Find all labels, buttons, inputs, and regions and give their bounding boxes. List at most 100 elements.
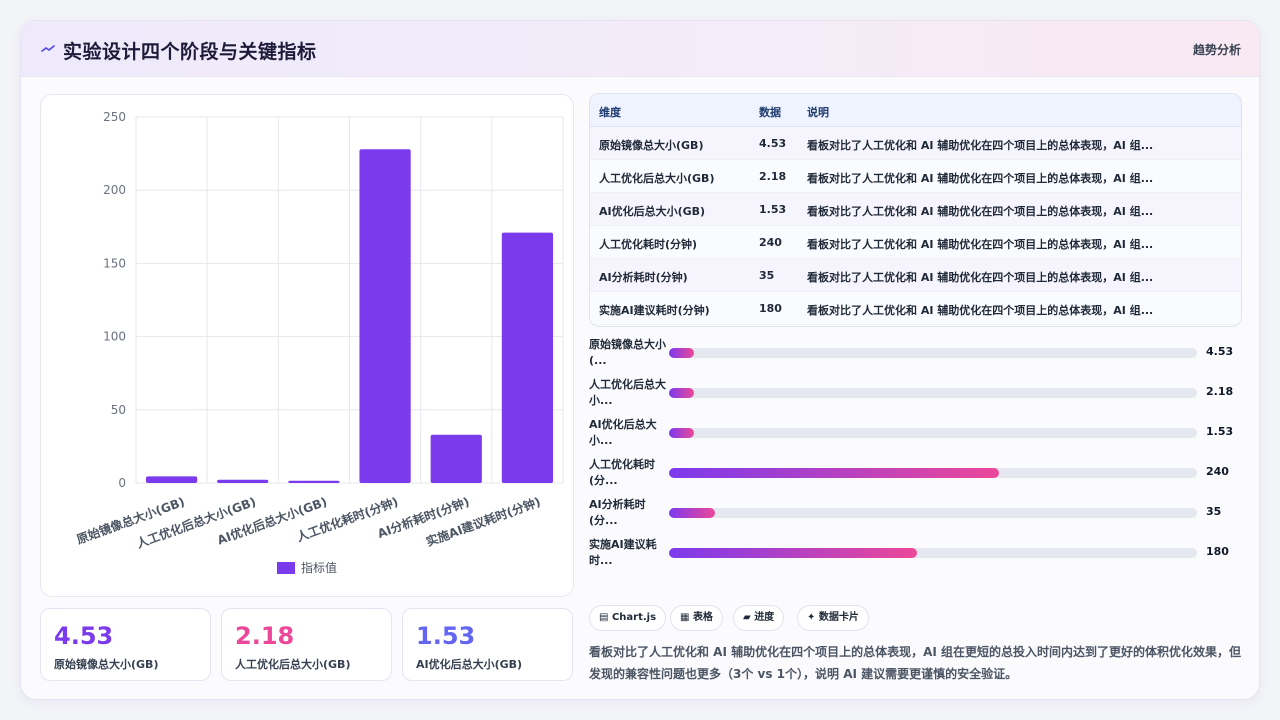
- progress-fill: [669, 348, 694, 358]
- bar-chart: 050100150200250原始镜像总大小(GB)人工优化后总大小(GB)AI…: [74, 110, 564, 575]
- progress-item: AI分析耗时(分... 35: [589, 497, 1259, 533]
- table-cell-value: 4.53: [759, 137, 787, 150]
- progress-track: [669, 508, 1197, 518]
- x-tick-label: 人工优化后总大小(GB): [134, 494, 258, 551]
- table-cell-value: 1.53: [759, 203, 787, 216]
- table-row: 原始镜像总大小(GB) 4.53 看板对比了人工优化和 AI 辅助优化在四个项目上的…: [590, 127, 1241, 160]
- progress-label: 人工优化耗时(分...: [589, 458, 655, 487]
- table-cell-dimension: 人工优化后总大小(GB): [599, 172, 715, 185]
- table-row: 人工优化耗时(分钟) 240 看板对比了人工优化和 AI 辅助优化在四个项目上的总体…: [590, 226, 1241, 259]
- progress-track: [669, 548, 1197, 558]
- kpi-card: 1.53 AI优化后总大小(GB): [402, 608, 573, 681]
- progress-value: 35: [1206, 505, 1222, 518]
- table-icon: ▦: [680, 612, 690, 623]
- chip-progress[interactable]: ▰ 进度: [733, 605, 785, 631]
- progress-label: AI分析耗时(分...: [589, 498, 646, 527]
- y-tick-label: 150: [103, 256, 126, 270]
- progress-value: 180: [1206, 545, 1229, 558]
- table-row: AI优化后总大小(GB) 1.53 看板对比了人工优化和 AI 辅助优化在四个项目上…: [590, 193, 1241, 226]
- legend-swatch: [277, 562, 295, 574]
- kpi-value: 2.18: [235, 622, 295, 650]
- progress-label: 人工优化后总大小...: [589, 378, 666, 407]
- bar: [145, 476, 198, 483]
- kpi-label: 人工优化后总大小(GB): [235, 658, 351, 671]
- progress-label: 原始镜像总大小(...: [589, 338, 666, 367]
- progress-value: 2.18: [1206, 385, 1234, 398]
- x-tick-label: 实施AI建议耗时(分钟): [424, 494, 543, 549]
- y-tick-label: 200: [103, 183, 126, 197]
- kpi-label: AI优化后总大小(GB): [416, 658, 523, 671]
- table-cell-value: 180: [759, 302, 782, 315]
- chip-label: 数据卡片: [818, 612, 859, 623]
- bar: [288, 480, 340, 483]
- metrics-table: 维度 数据 说明 原始镜像总大小(GB) 4.53 看板对比了人工优化和 AI 辅助…: [589, 93, 1242, 327]
- summary-text: 看板对比了人工优化和 AI 辅助优化在四个项目上的总体表现，AI 组在更短的总投…: [589, 645, 1242, 681]
- table-cell-value: 2.18: [759, 170, 787, 183]
- progress-item: AI优化后总大小... 1.53: [589, 417, 1259, 453]
- table-row: 实施AI建议耗时(分钟) 180 看板对比了人工优化和 AI 辅助优化在四个项目上的…: [590, 292, 1241, 325]
- table-cell-dimension: 人工优化耗时(分钟): [599, 238, 698, 251]
- table-cell-dimension: 原始镜像总大小(GB): [599, 139, 704, 152]
- y-tick-label: 250: [103, 110, 126, 124]
- progress-label: AI优化后总大小...: [589, 418, 657, 447]
- progress-fill: [669, 508, 715, 518]
- progress-item: 实施AI建议耗时... 180: [589, 537, 1259, 573]
- table-header-description: 说明: [807, 106, 829, 119]
- table-cell-dimension: 实施AI建议耗时(分钟): [599, 304, 710, 317]
- progress-value: 240: [1206, 465, 1229, 478]
- page-title: 实验设计四个阶段与关键指标: [63, 41, 317, 63]
- progress-track: [669, 428, 1197, 438]
- progress-fill: [669, 548, 917, 558]
- progress-item: 原始镜像总大小(... 4.53: [589, 337, 1259, 373]
- card-icon: ✦: [807, 612, 816, 623]
- legend-label: 指标值: [301, 560, 337, 575]
- y-tick-label: 100: [103, 330, 126, 344]
- y-tick-label: 0: [118, 476, 126, 490]
- chip-label: 表格: [692, 612, 713, 623]
- progress-item: 人工优化耗时(分... 240: [589, 457, 1259, 493]
- table-row: AI分析耗时(分钟) 35 看板对比了人工优化和 AI 辅助优化在四个项目上的总体表…: [590, 259, 1241, 292]
- chart-icon: ▤: [599, 612, 609, 623]
- table-cell-description: 看板对比了人工优化和 AI 辅助优化在四个项目上的总体表现，AI 组...: [807, 271, 1154, 284]
- bar: [359, 149, 411, 483]
- kpi-value: 4.53: [54, 622, 114, 650]
- table-cell-dimension: AI分析耗时(分钟): [599, 271, 688, 284]
- table-cell-dimension: AI优化后总大小(GB): [599, 205, 706, 218]
- y-tick-label: 50: [111, 403, 126, 417]
- chip-chart[interactable]: ▤ Chart.js: [589, 605, 667, 631]
- dashboard-card: 实验设计四个阶段与关键指标 趋势分析 0 50 100 150 200 250 原始镜像总大…: [20, 20, 1260, 700]
- table-cell-description: 看板对比了人工优化和 AI 辅助优化在四个项目上的总体表现，AI 组...: [807, 172, 1154, 185]
- bar: [501, 232, 554, 483]
- table-header-dimension: 维度: [599, 106, 621, 119]
- bar: [217, 479, 269, 483]
- table-row: 人工优化后总大小(GB) 2.18 看板对比了人工优化和 AI 辅助优化在四个项目上…: [590, 160, 1241, 193]
- progress-fill: [669, 468, 999, 478]
- kpi-card: 4.53 原始镜像总大小(GB): [40, 608, 211, 681]
- kpi-card: 2.18 人工优化后总大小(GB): [221, 608, 392, 681]
- progress-item: 人工优化后总大小... 2.18: [589, 377, 1259, 413]
- sparkle-line-icon: [41, 45, 55, 52]
- chip-card[interactable]: ✦ 数据卡片: [797, 605, 869, 631]
- progress-fill: [669, 388, 694, 398]
- table-cell-value: 35: [759, 269, 775, 282]
- progress-label: 实施AI建议耗时...: [589, 538, 657, 567]
- table-cell-description: 看板对比了人工优化和 AI 辅助优化在四个项目上的总体表现，AI 组...: [807, 205, 1154, 218]
- progress-value: 4.53: [1206, 345, 1234, 358]
- progress-track: [669, 348, 1197, 358]
- kpi-label: 原始镜像总大小(GB): [54, 658, 159, 671]
- kpi-value: 1.53: [416, 622, 476, 650]
- chip-table[interactable]: ▦ 表格: [670, 605, 723, 631]
- trend-analysis-link[interactable]: 趋势分析: [1193, 41, 1241, 58]
- chip-label: Chart.js: [611, 612, 657, 623]
- progress-icon: ▰: [743, 612, 751, 623]
- table-cell-description: 看板对比了人工优化和 AI 辅助优化在四个项目上的总体表现，AI 组...: [807, 238, 1154, 251]
- header-bar: 实验设计四个阶段与关键指标 趋势分析: [21, 21, 1259, 77]
- chip-label: 进度: [754, 612, 775, 623]
- table-cell-description: 看板对比了人工优化和 AI 辅助优化在四个项目上的总体表现，AI 组...: [807, 139, 1154, 152]
- table-header-data: 数据: [759, 106, 781, 119]
- progress-value: 1.53: [1206, 425, 1234, 438]
- progress-track: [669, 468, 1197, 478]
- table-cell-description: 看板对比了人工优化和 AI 辅助优化在四个项目上的总体表现，AI 组...: [807, 304, 1154, 317]
- bar-chart-panel: 0 50 100 150 200 250 原始镜像总大小(GB) 人工优化后总大小(GB) AI…: [40, 94, 574, 597]
- progress-fill: [669, 428, 694, 438]
